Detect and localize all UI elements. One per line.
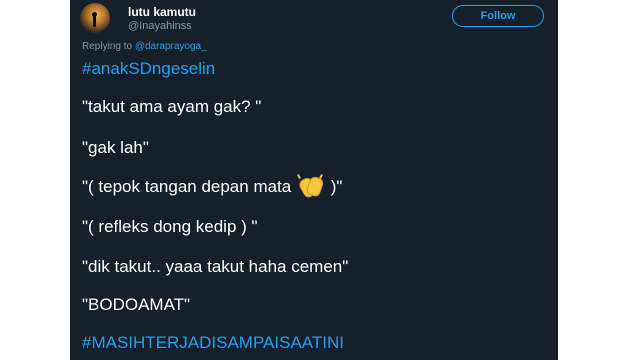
tweet-line-4: "( refleks dong kedip ) "	[82, 217, 258, 236]
tweet-line-6: "BODOAMAT"	[82, 295, 191, 314]
hashtag-top-link[interactable]: #anakSDngeselin	[82, 58, 215, 80]
tweet-card: lutu kamutu @Inayahinss Follow Replying …	[70, 0, 558, 360]
tweet-line-3-suffix: )"	[330, 177, 343, 196]
reply-context: Replying to @daraprayoga_	[82, 41, 207, 53]
follow-button[interactable]: Follow	[452, 5, 544, 27]
user-handle[interactable]: @Inayahinss	[128, 20, 192, 33]
avatar-figure	[93, 15, 96, 27]
tweet-header: lutu kamutu @Inayahinss Follow	[70, 0, 558, 36]
reply-mention-link[interactable]: @daraprayoga_	[135, 41, 207, 52]
tweet-line-5: "dik takut.. yaaa takut haha cemen"	[82, 257, 349, 276]
reply-prefix: Replying to	[82, 41, 133, 52]
hashtag-bottom-link[interactable]: #MASIHTERJADISAMPAISAATINI	[82, 332, 344, 354]
tweet-line-3: "( tepok tangan depan mata )"	[82, 173, 343, 200]
display-name[interactable]: lutu kamutu	[128, 5, 196, 19]
avatar[interactable]	[80, 3, 110, 33]
clapping-hands-icon	[296, 173, 325, 200]
tweet-line-3-text: "( tepok tangan depan mata	[82, 177, 292, 196]
tweet-line-2: "gak lah"	[82, 138, 149, 157]
tweet-line-1: "takut ama ayam gak? "	[82, 97, 262, 116]
